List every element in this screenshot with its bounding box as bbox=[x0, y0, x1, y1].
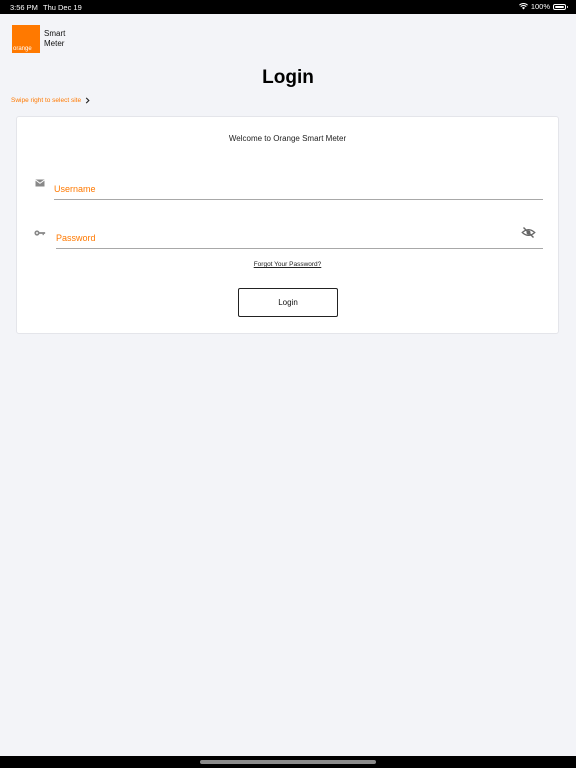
home-indicator[interactable] bbox=[200, 760, 376, 764]
battery-percentage: 100% bbox=[530, 2, 550, 11]
password-input[interactable] bbox=[56, 227, 543, 249]
key-icon bbox=[34, 230, 46, 236]
logo-word: orange bbox=[13, 46, 32, 52]
swipe-hint-link[interactable]: Swipe right to select site bbox=[11, 97, 90, 104]
status-bar: 3:56 PM Thu Dec 19 100% bbox=[0, 0, 576, 14]
app-name: Smart Meter bbox=[44, 29, 65, 49]
username-input[interactable] bbox=[54, 178, 543, 200]
orange-logo: orange bbox=[12, 25, 40, 53]
login-card: Welcome to Orange Smart Meter Forgot You… bbox=[16, 116, 559, 334]
forgot-password-link[interactable]: Forgot Your Password? bbox=[17, 261, 558, 268]
mail-icon bbox=[35, 179, 45, 187]
app-name-line2: Meter bbox=[44, 39, 65, 48]
page-title: Login bbox=[262, 67, 314, 88]
welcome-text: Welcome to Orange Smart Meter bbox=[228, 134, 347, 143]
status-right: 100% bbox=[518, 2, 568, 11]
app-name-line1: Smart bbox=[44, 29, 66, 38]
status-time: 3:56 PM bbox=[10, 3, 38, 12]
swipe-hint-label: Swipe right to select site bbox=[11, 97, 82, 104]
eye-off-icon[interactable] bbox=[521, 226, 536, 239]
login-button[interactable]: Login bbox=[238, 288, 338, 317]
battery-icon bbox=[553, 3, 568, 10]
home-bar bbox=[0, 756, 576, 768]
wifi-icon bbox=[518, 3, 528, 10]
chevron-right-icon bbox=[85, 97, 90, 104]
status-date: Thu Dec 19 bbox=[43, 3, 82, 12]
